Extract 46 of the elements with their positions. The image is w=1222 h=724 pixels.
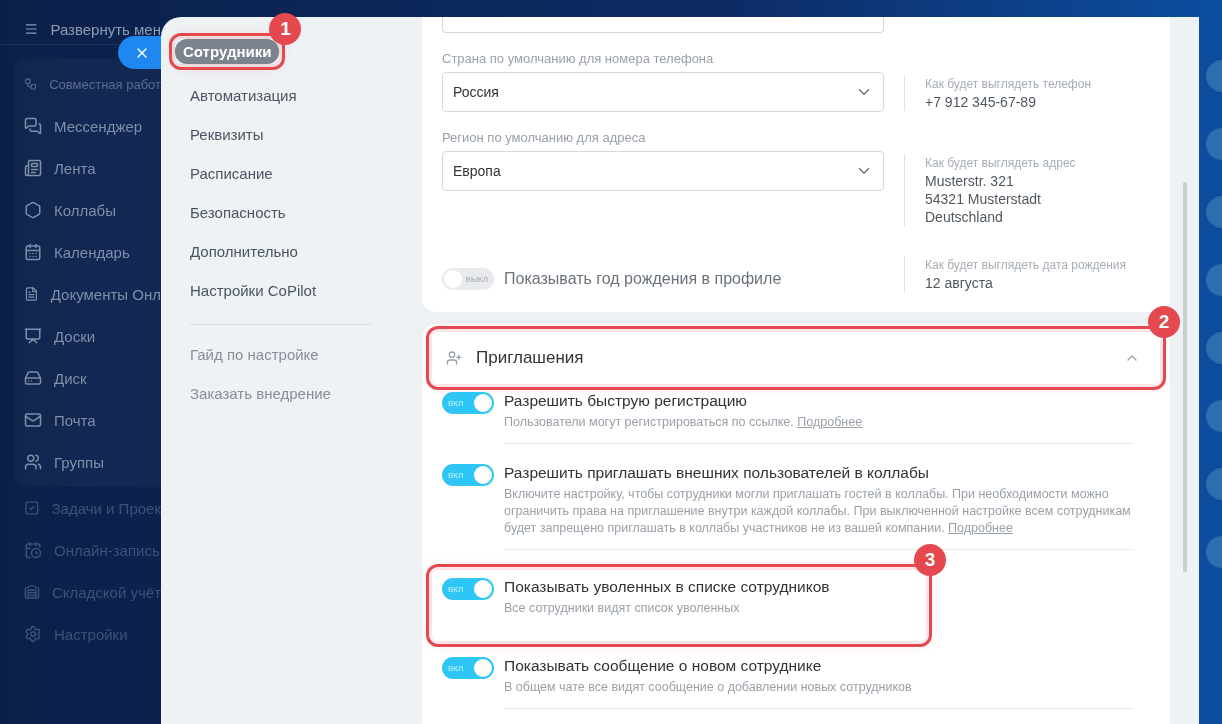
preview-value: 54321 Musterstadt [925,190,1042,208]
step-badge: 1 [269,13,302,45]
preview-label: Как будет выглядеть дата рождения [925,257,1127,274]
nav-link[interactable]: Заказать внедрение [179,374,422,413]
setting-title: Показывать сообщение о новом сотруднике [504,657,823,675]
more-link[interactable]: Подробнее [948,521,1013,535]
menu-label[interactable]: Доски [54,327,96,345]
setting-description: Все сотрудники видят список уволенных [504,600,741,617]
setting-title: Показывать уволенных в списке сотрудников [504,578,831,596]
nav-item[interactable]: Дополнительно [179,232,309,271]
menu-label[interactable]: Группы [54,453,104,471]
toggle-label: Показывать год рождения в профиле [504,270,782,288]
preview-value: Musterstr. 321 [925,172,1015,190]
menu-label[interactable]: Мессенджер [54,117,143,135]
setting-description: В общем чате все видят сообщение о добавлении новых сотрудников [504,679,913,696]
nav-item[interactable]: Безопасность [179,193,297,232]
menu-label[interactable]: Лента [54,159,96,177]
menu-label[interactable]: Почта [54,411,96,429]
preview-label: Как будет выглядеть телефон [925,76,1092,93]
setting-title: Разрешить быструю регистрацию [504,392,748,410]
preview-value: 12 августа [925,274,994,292]
preview-value: Deutschland [925,208,1004,226]
select-field[interactable]: Европа [442,151,884,191]
menu-label[interactable]: Диск [54,369,87,387]
setting-description: Пользователи могут регистрироваться по ссылке. Подробнее [504,414,864,431]
preview-label: Как будет выглядеть адрес [925,155,1076,172]
expand-menu-label[interactable]: Развернуть мен [50,20,161,38]
step-badge: 3 [914,544,946,576]
nav-item[interactable]: Расписание [179,154,284,193]
preview-value: +7 912 345-67-89 [925,93,1037,111]
menu-label[interactable]: Календарь [54,243,130,261]
menu-label[interactable]: Документы Онл [50,285,161,303]
menu-label[interactable]: Совместная работ [49,76,161,92]
setting-title: Разрешить приглашать внешних пользователей в коллабы [504,464,930,482]
field-label: Страна по умолчанию для номера телефона [442,51,715,66]
step-badge: 2 [1148,306,1180,338]
setting-description: Включите настройку, чтобы сотрудники могли приглашать гостей в коллабы. При необходимости можно ограничить права на приглашение внутри каждой коллабы. При выключенной настройке всем сотрудникам будет запрещено приглашать в коллабы участников не из вашей компании. Подробнее [504,486,1132,537]
field-label: Регион по умолчанию для адреса [442,130,647,145]
nav-item[interactable]: Сотрудники [175,39,280,64]
menu-label[interactable]: Коллабы [54,201,116,219]
nav-link[interactable]: Гайд по настройке [179,335,422,374]
nav-item[interactable]: Автоматизация [179,76,308,115]
nav-item[interactable]: Реквизиты [179,115,275,154]
select-field[interactable]: Россия [442,72,884,112]
nav-item[interactable]: Настройки CoPilot [179,271,328,310]
more-link[interactable]: Подробнее [797,415,863,429]
